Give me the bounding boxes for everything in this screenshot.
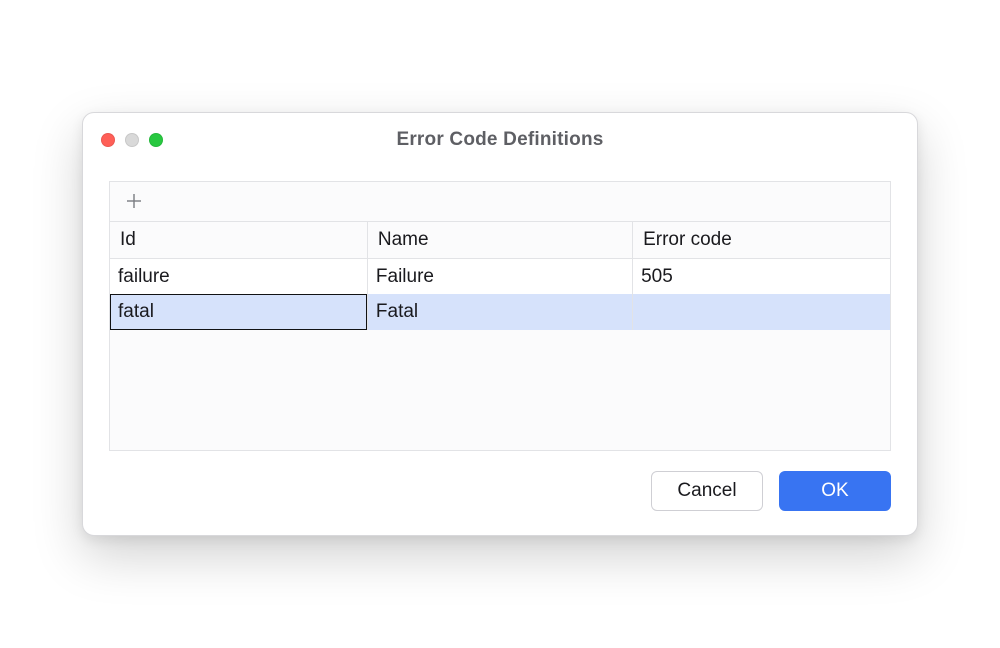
cell-name[interactable]: Fatal <box>367 294 632 330</box>
cancel-button[interactable]: Cancel <box>651 471 763 511</box>
window-controls <box>101 133 163 147</box>
cell-name[interactable]: Failure <box>367 258 632 294</box>
column-header-error-code[interactable]: Error code <box>633 222 890 259</box>
zoom-window-button[interactable] <box>149 133 163 147</box>
table-header-row: Id Name Error code <box>110 222 890 259</box>
error-codes-table: Id Name Error code failure Failure 505 <box>110 222 890 331</box>
cell-error-code[interactable] <box>633 294 890 330</box>
cell-id-editing[interactable]: fatal <box>110 294 367 330</box>
table-row[interactable]: fatal Fatal <box>110 294 890 330</box>
table-empty-area <box>110 330 890 450</box>
plus-icon <box>125 192 143 210</box>
dialog-title: Error Code Definitions <box>83 129 917 151</box>
cell-id[interactable]: failure <box>110 258 367 294</box>
cell-editor-value: fatal <box>118 301 154 323</box>
column-header-id[interactable]: Id <box>110 222 367 259</box>
minimize-window-button[interactable] <box>125 133 139 147</box>
ok-button[interactable]: OK <box>779 471 891 511</box>
table-row[interactable]: failure Failure 505 <box>110 258 890 294</box>
titlebar: Error Code Definitions <box>83 113 917 167</box>
add-row-button[interactable] <box>122 189 146 213</box>
column-header-name[interactable]: Name <box>367 222 632 259</box>
dialog-footer: Cancel OK <box>109 451 891 511</box>
table-toolbar <box>110 182 890 222</box>
cell-editor[interactable]: fatal <box>110 294 367 330</box>
cell-error-code[interactable]: 505 <box>633 258 890 294</box>
close-window-button[interactable] <box>101 133 115 147</box>
table-container: Id Name Error code failure Failure 505 <box>109 181 891 452</box>
dialog-content: Id Name Error code failure Failure 505 <box>83 167 917 536</box>
dialog-window: Error Code Definitions <box>82 112 918 537</box>
